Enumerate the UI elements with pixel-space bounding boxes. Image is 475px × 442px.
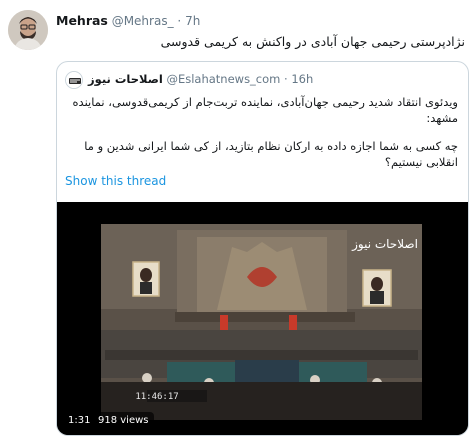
video-player[interactable]: اصلاحات نیوز 11:46:17 1:31 918 views xyxy=(57,202,468,435)
tweet-time[interactable]: 7h xyxy=(185,14,200,28)
quoted-display-name[interactable]: اصلاحات نیوز xyxy=(88,72,163,86)
video-views: 918 views xyxy=(93,412,154,429)
portrait-right xyxy=(362,269,392,307)
tweet-header: Mehras @Mehras_ · 7h xyxy=(56,13,200,28)
video-duration: 1:31 xyxy=(63,412,96,429)
handle[interactable]: @Mehras_ xyxy=(112,14,174,28)
quoted-avatar xyxy=(65,71,83,89)
tweet-text: نژادپرستی رحیمی جهان آبادی در واکنش به ک… xyxy=(160,34,465,49)
video-overlay-caption: اصلاحات نیوز xyxy=(351,237,418,252)
tweet[interactable]: Mehras @Mehras_ · 7h نژادپرستی رحیمی جها… xyxy=(0,0,475,442)
quoted-handle[interactable]: @Eslahatnews_com xyxy=(166,72,280,86)
quoted-text: ویدئوی انتقاد شدید رحیمی جهان‌آبادی، نما… xyxy=(65,94,458,170)
display-name[interactable]: Mehras xyxy=(56,13,108,28)
show-thread-link[interactable]: Show this thread xyxy=(65,174,166,188)
video-timestamp: 11:46:17 xyxy=(135,392,178,402)
quoted-time[interactable]: 16h xyxy=(291,72,313,86)
user-avatar[interactable] xyxy=(8,10,48,50)
quoted-paragraph-2: چه کسی به شما اجازه داده به ارکان نظام ب… xyxy=(84,139,458,169)
quoted-tweet[interactable]: اصلاحات نیوز @Eslahatnews_com · 16h ویدئ… xyxy=(56,61,469,436)
quoted-separator-dot: · xyxy=(284,72,288,86)
video-frame: اصلاحات نیوز 11:46:17 xyxy=(57,202,468,435)
quoted-paragraph-1: ویدئوی انتقاد شدید رحیمی جهان‌آبادی، نما… xyxy=(72,95,458,125)
portrait-left xyxy=(132,261,160,297)
separator-dot: · xyxy=(177,14,182,28)
quoted-header: اصلاحات نیوز @Eslahatnews_com · 16h xyxy=(88,72,458,86)
